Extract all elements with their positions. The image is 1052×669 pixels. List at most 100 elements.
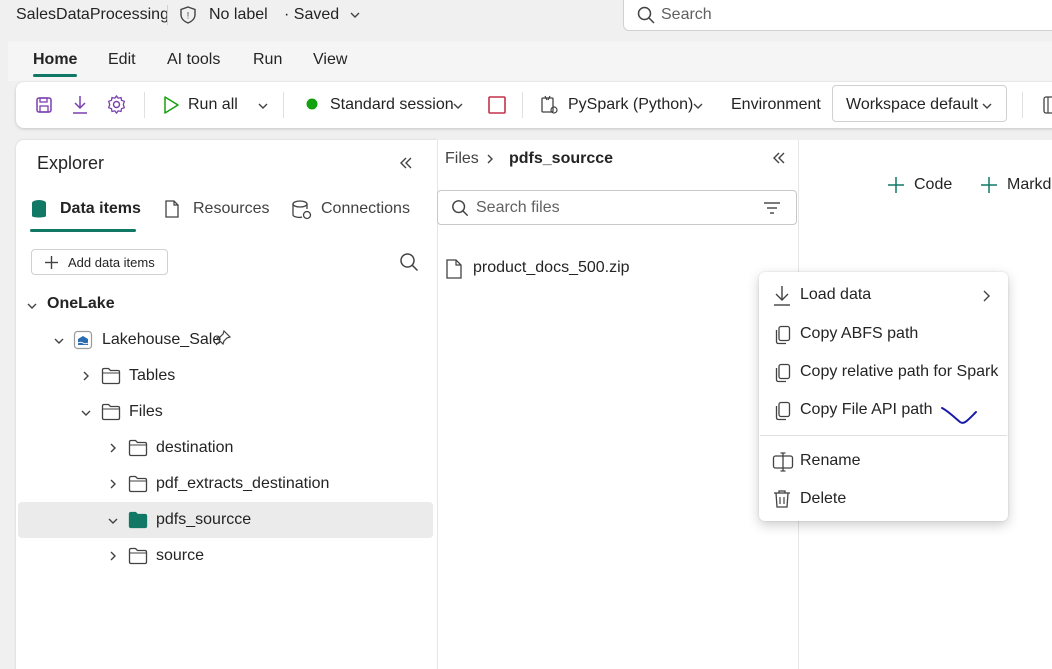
tree-item-destination[interactable]: destination <box>156 439 233 457</box>
copy-icon <box>775 325 791 345</box>
context-menu <box>759 272 1008 521</box>
workspace-value: Workspace default <box>846 96 979 113</box>
menu-item-copy-relative-path[interactable]: Copy relative path for Spark <box>800 363 998 381</box>
connections-icon <box>291 199 313 221</box>
environment-label: Environment <box>731 96 821 113</box>
add-data-items-button[interactable]: Add data items <box>31 249 168 275</box>
chevron-down-icon <box>982 103 992 109</box>
chevron-down-icon[interactable] <box>80 407 92 419</box>
active-tab-indicator <box>30 229 136 232</box>
folder-icon <box>128 475 148 493</box>
chevron-right-icon[interactable] <box>80 370 92 382</box>
add-data-items-label: Add data items <box>68 255 155 270</box>
search-icon <box>452 200 469 217</box>
session-button[interactable]: Standard session <box>330 96 454 114</box>
menu-item-copy-abfs-path[interactable]: Copy ABFS path <box>800 325 918 343</box>
explorer-panel <box>16 140 437 669</box>
search-files-input[interactable]: Search files <box>437 190 797 225</box>
tab-view[interactable]: View <box>313 51 347 69</box>
plus-icon[interactable] <box>886 175 906 195</box>
ribbon-tabs <box>8 41 1052 81</box>
filter-icon <box>764 202 780 214</box>
menu-item-copy-file-api-path[interactable]: Copy File API path <box>800 401 933 419</box>
toolbar-divider <box>144 92 145 118</box>
chevron-down-icon[interactable] <box>452 100 464 112</box>
chevron-right-icon <box>484 153 496 165</box>
tab-edit[interactable]: Edit <box>108 51 136 69</box>
collapse-panel-icon[interactable] <box>771 150 787 166</box>
file-icon <box>445 258 463 280</box>
run-all-button[interactable]: Run all <box>188 96 238 114</box>
chevron-right-icon[interactable] <box>107 442 119 454</box>
search-files-placeholder: Search files <box>476 199 560 216</box>
menu-item-load-data[interactable]: Load data <box>800 286 871 304</box>
app-title[interactable]: SalesDataProcessing <box>16 6 169 24</box>
svg-text:!: ! <box>187 11 190 21</box>
tab-resources[interactable]: Resources <box>193 200 269 218</box>
divider <box>167 5 168 25</box>
copy-icon <box>775 401 791 421</box>
global-search-input[interactable]: Search <box>623 0 1052 31</box>
toolbar-divider <box>522 92 523 118</box>
search-icon[interactable] <box>399 252 419 272</box>
file-item[interactable]: product_docs_500.zip <box>473 259 630 277</box>
session-status-dot <box>306 98 318 110</box>
stop-icon[interactable] <box>488 96 506 114</box>
rename-icon <box>772 452 794 472</box>
folder-icon <box>101 367 121 385</box>
menu-item-delete[interactable]: Delete <box>800 490 846 508</box>
gear-icon[interactable] <box>106 94 127 115</box>
add-code-button[interactable]: Code <box>914 176 952 194</box>
tree-item-pdf-extracts-destination[interactable]: pdf_extracts_destination <box>156 475 329 493</box>
workspace-dropdown[interactable]: Workspace default <box>832 85 1007 122</box>
pin-icon[interactable] <box>215 330 231 346</box>
collapse-panel-icon[interactable] <box>398 155 414 171</box>
tab-run[interactable]: Run <box>253 51 282 69</box>
tree-item-source[interactable]: source <box>156 547 204 565</box>
chevron-down-icon[interactable] <box>257 100 269 112</box>
language-dropdown[interactable]: PySpark (Python) <box>568 96 693 114</box>
tab-home[interactable]: Home <box>33 51 77 69</box>
save-status[interactable]: · Saved <box>284 6 339 24</box>
chevron-down-icon[interactable] <box>349 9 361 21</box>
breadcrumb-files[interactable]: Files <box>445 150 479 168</box>
chevron-down-icon[interactable] <box>692 100 704 112</box>
annotation-checkmark <box>940 403 980 427</box>
tab-ai-tools[interactable]: AI tools <box>167 51 220 69</box>
play-icon[interactable] <box>162 95 180 115</box>
copy-icon <box>775 363 791 383</box>
active-tab-indicator <box>33 74 77 77</box>
tree-item-lakehouse[interactable]: Lakehouse_Sale <box>102 331 221 349</box>
tree-item-onelake[interactable]: OneLake <box>47 295 115 313</box>
chevron-right-icon <box>980 289 992 303</box>
panel-icon[interactable] <box>1043 95 1052 115</box>
tab-data-items[interactable]: Data items <box>60 200 141 218</box>
chevron-right-icon[interactable] <box>107 550 119 562</box>
chevron-down-icon[interactable] <box>53 335 65 347</box>
folder-open-icon <box>128 511 148 529</box>
save-icon[interactable] <box>34 95 54 115</box>
menu-item-rename[interactable]: Rename <box>800 452 860 470</box>
menu-divider <box>760 435 1007 436</box>
add-markdown-button[interactable]: Markd <box>1007 176 1052 194</box>
search-icon <box>637 6 655 24</box>
toolbar-divider <box>1022 92 1023 118</box>
tree-item-files[interactable]: Files <box>129 403 163 421</box>
chevron-right-icon[interactable] <box>107 478 119 490</box>
download-icon[interactable] <box>70 94 90 116</box>
folder-icon <box>101 403 121 421</box>
shield-icon: ! <box>178 5 198 25</box>
tree-item-pdfs-sourcce[interactable]: pdfs_sourcce <box>156 511 251 529</box>
toolbar-divider <box>283 92 284 118</box>
breadcrumb-current: pdfs_sourcce <box>509 150 614 167</box>
chevron-down-icon[interactable] <box>26 300 38 312</box>
tree-item-tables[interactable]: Tables <box>129 367 175 385</box>
tab-connections[interactable]: Connections <box>321 200 410 218</box>
sensitivity-label[interactable]: No label <box>209 6 268 24</box>
plus-icon[interactable] <box>979 175 999 195</box>
explorer-title: Explorer <box>37 153 105 173</box>
language-icon <box>539 94 559 116</box>
lakehouse-icon <box>73 330 93 350</box>
chevron-down-icon[interactable] <box>107 515 119 527</box>
database-icon <box>30 199 48 221</box>
